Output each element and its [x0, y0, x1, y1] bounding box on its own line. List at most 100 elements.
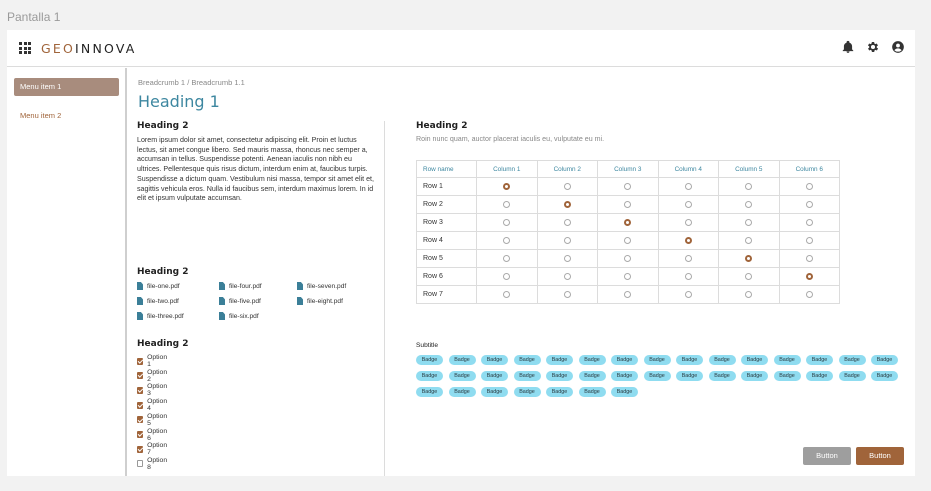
options-section-heading: Heading 2: [137, 339, 189, 349]
file-link[interactable]: file-five.pdf: [219, 297, 261, 305]
radio-button[interactable]: [503, 182, 511, 190]
row-label: Row 1: [416, 177, 477, 196]
radio-button[interactable]: [624, 254, 632, 262]
radio-button[interactable]: [745, 254, 753, 262]
checkbox-option[interactable]: Option 4: [137, 398, 168, 412]
radio-button[interactable]: [745, 290, 753, 298]
radio-button[interactable]: [503, 254, 511, 262]
radio-button[interactable]: [805, 290, 813, 298]
radio-button[interactable]: [684, 290, 692, 298]
checkbox-option[interactable]: Option 2: [137, 369, 168, 383]
badge: Badge: [481, 355, 508, 365]
radio-button[interactable]: [503, 200, 511, 208]
radio-button[interactable]: [503, 290, 511, 298]
checkbox[interactable]: [137, 416, 144, 424]
radio-button[interactable]: [684, 254, 692, 262]
checkbox[interactable]: [137, 445, 144, 453]
file-link[interactable]: file-six.pdf: [219, 312, 259, 320]
radio-button[interactable]: [745, 182, 753, 190]
file-link[interactable]: file-four.pdf: [219, 282, 262, 290]
row-label: Row 4: [416, 231, 477, 250]
header-actions: [841, 40, 905, 54]
brand-logo[interactable]: GEOINNOVA: [41, 41, 137, 56]
file-link[interactable]: file-seven.pdf: [297, 282, 346, 290]
radio-button[interactable]: [624, 236, 632, 244]
file-link[interactable]: file-two.pdf: [137, 297, 179, 305]
badge: Badge: [578, 355, 606, 365]
file-icon: [137, 297, 143, 305]
checkbox-option[interactable]: Option 8: [137, 457, 168, 471]
checkbox[interactable]: [137, 460, 144, 468]
breadcrumb-item-1[interactable]: Breadcrumb 1: [138, 78, 185, 87]
checkbox[interactable]: [137, 431, 144, 438]
checkbox-option[interactable]: Option 6: [137, 428, 168, 442]
radio-button[interactable]: [805, 182, 813, 190]
table-cell: [657, 285, 719, 304]
badge: Badge: [448, 387, 476, 397]
badge: Badge: [611, 355, 638, 365]
radio-button[interactable]: [624, 200, 632, 208]
radio-button[interactable]: [563, 290, 571, 298]
table-cell: [536, 195, 598, 214]
radio-button[interactable]: [624, 272, 632, 280]
table-row: Row 5: [416, 249, 840, 268]
matrix-subtitle: Roin nunc quam, auctor placerat iaculis …: [416, 135, 605, 143]
secondary-button[interactable]: Button: [803, 447, 851, 465]
sidebar-item-menu-2[interactable]: Menu item 2: [14, 107, 119, 125]
radio-button[interactable]: [563, 200, 571, 208]
files-section-heading: Heading 2: [137, 267, 189, 277]
account-icon[interactable]: [891, 40, 905, 54]
checkbox-option[interactable]: Option 5: [137, 413, 168, 427]
file-link[interactable]: file-three.pdf: [137, 312, 184, 320]
radio-button[interactable]: [563, 218, 571, 226]
radio-button[interactable]: [805, 218, 813, 226]
radio-button[interactable]: [563, 272, 571, 280]
checkbox[interactable]: [137, 386, 144, 394]
table-cell: [597, 267, 659, 286]
radio-button[interactable]: [684, 272, 692, 280]
radio-button[interactable]: [684, 218, 692, 226]
brand-part-innova: INNOVA: [75, 41, 137, 56]
radio-button[interactable]: [745, 200, 753, 208]
file-link[interactable]: file-one.pdf: [137, 282, 180, 290]
bell-icon[interactable]: [841, 40, 855, 54]
table-cell: [476, 285, 538, 304]
checkbox-label: Option 3: [147, 383, 168, 398]
checkbox-option[interactable]: Option 7: [137, 442, 168, 456]
radio-button[interactable]: [503, 272, 511, 280]
radio-button[interactable]: [684, 182, 692, 190]
radio-button[interactable]: [624, 290, 632, 298]
radio-button[interactable]: [805, 254, 813, 262]
radio-button[interactable]: [563, 182, 571, 190]
radio-button[interactable]: [805, 272, 813, 280]
file-link[interactable]: file-eight.pdf: [297, 297, 343, 305]
checkbox[interactable]: [137, 401, 144, 409]
checkbox[interactable]: [137, 372, 144, 380]
sidebar-item-menu-1[interactable]: Menu item 1: [14, 78, 119, 96]
radio-button[interactable]: [745, 236, 753, 244]
radio-button[interactable]: [563, 236, 571, 244]
breadcrumb-item-2[interactable]: Breadcrumb 1.1: [191, 78, 244, 87]
radio-button[interactable]: [503, 218, 511, 226]
checkbox-option[interactable]: Option 3: [137, 383, 168, 397]
badge: Badge: [676, 355, 703, 365]
radio-button[interactable]: [805, 236, 813, 244]
radio-button[interactable]: [503, 236, 511, 244]
checkbox[interactable]: [137, 357, 144, 365]
radio-button[interactable]: [563, 254, 571, 262]
table-cell: [778, 213, 840, 232]
apps-grid-icon[interactable]: [19, 42, 31, 54]
radio-button[interactable]: [624, 218, 632, 226]
column-header: Column 5: [718, 160, 780, 178]
radio-button[interactable]: [745, 272, 753, 280]
checkbox-option[interactable]: Option 1: [137, 354, 168, 368]
badge: Badge: [741, 355, 768, 365]
radio-button[interactable]: [624, 182, 632, 190]
radio-button[interactable]: [805, 200, 813, 208]
radio-button[interactable]: [684, 200, 692, 208]
table-cell: [597, 249, 659, 268]
radio-button[interactable]: [684, 236, 692, 244]
gear-icon[interactable]: [866, 40, 880, 54]
radio-button[interactable]: [745, 218, 753, 226]
primary-button[interactable]: Button: [856, 447, 904, 465]
